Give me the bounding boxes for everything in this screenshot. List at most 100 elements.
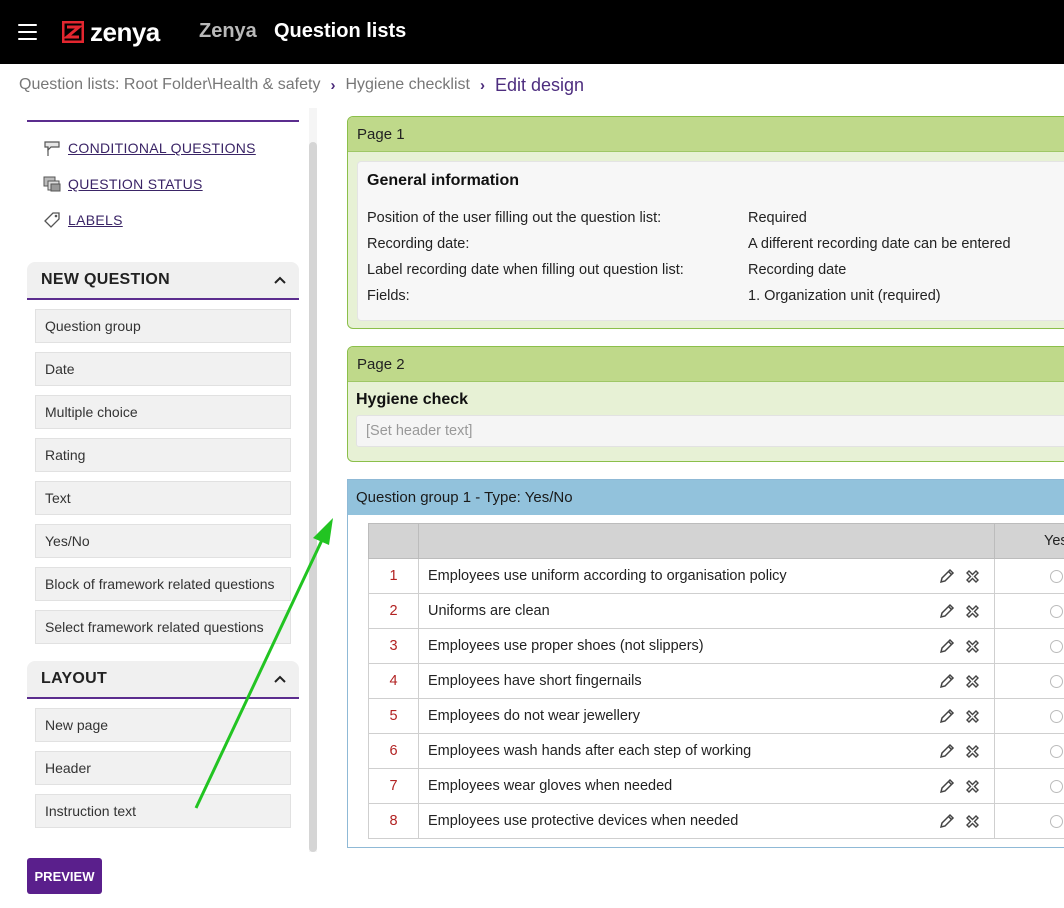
question-text: Employees use proper shoes (not slippers…: [428, 638, 704, 654]
yes-radio[interactable]: [1050, 570, 1063, 583]
question-row: 1 Employees use uniform according to org…: [368, 559, 1064, 594]
question-text: Employees have short fingernails: [428, 673, 642, 689]
question-status-link[interactable]: QUESTION STATUS: [42, 174, 203, 194]
breadcrumb-list-link[interactable]: Hygiene checklist: [345, 76, 470, 94]
column-yes-label: Yes: [1044, 533, 1064, 549]
new-question-title: NEW QUESTION: [41, 271, 170, 288]
new-page-button[interactable]: New page: [35, 708, 291, 742]
yes-radio[interactable]: [1050, 780, 1063, 793]
chevron-up-icon[interactable]: [273, 674, 287, 684]
labels-label: LABELS: [68, 212, 123, 228]
question-status-icon: [43, 176, 61, 192]
question-row: 3 Employees use proper shoes (not slippe…: [368, 629, 1064, 664]
preview-button[interactable]: PREVIEW: [27, 858, 102, 894]
page-1-header: Page 1: [348, 117, 1064, 152]
app-name: Zenya: [199, 20, 257, 42]
new-rating-button[interactable]: Rating: [35, 438, 291, 472]
yes-radio[interactable]: [1050, 675, 1063, 688]
gi-value-position: Required: [748, 210, 807, 226]
question-text: Employees use uniform according to organ…: [428, 568, 787, 584]
question-number: 3: [369, 629, 419, 663]
new-text-button[interactable]: Text: [35, 481, 291, 515]
general-information-card[interactable]: General information Position of the user…: [357, 161, 1064, 321]
delete-cross-icon[interactable]: [963, 637, 982, 656]
new-framework-block-button[interactable]: Block of framework related questions: [35, 567, 291, 601]
yes-radio[interactable]: [1050, 745, 1063, 758]
question-number: 7: [369, 769, 419, 803]
hygiene-check-title: Hygiene check: [356, 391, 469, 408]
gi-label-recording-date-label: Label recording date when filling out qu…: [367, 262, 684, 278]
delete-cross-icon[interactable]: [963, 707, 982, 726]
new-instruction-text-button[interactable]: Instruction text: [35, 794, 291, 828]
breadcrumb-current: Edit design: [494, 74, 585, 95]
delete-cross-icon[interactable]: [963, 602, 982, 621]
breadcrumb-folder-link[interactable]: Question lists: Root Folder\Health & saf…: [19, 76, 320, 94]
question-table-header: Yes: [368, 523, 1064, 559]
question-number: 8: [369, 804, 419, 838]
delete-cross-icon[interactable]: [963, 742, 982, 761]
delete-cross-icon[interactable]: [963, 777, 982, 796]
question-number: 2: [369, 594, 419, 628]
pencil-edit-icon[interactable]: [938, 602, 956, 620]
new-question-section-header[interactable]: NEW QUESTION: [27, 262, 299, 300]
question-row: 4 Employees have short fingernails: [368, 664, 1064, 699]
delete-cross-icon[interactable]: [963, 672, 982, 691]
question-number: 1: [369, 559, 419, 593]
pencil-edit-icon[interactable]: [938, 742, 956, 760]
select-framework-questions-button[interactable]: Select framework related questions: [35, 610, 291, 644]
breadcrumb: Question lists: Root Folder\Health & saf…: [19, 74, 584, 96]
delete-cross-icon[interactable]: [963, 567, 982, 586]
new-date-button[interactable]: Date: [35, 352, 291, 386]
question-text: Employees use protective devices when ne…: [428, 813, 739, 829]
layout-title: LAYOUT: [41, 670, 108, 687]
zenya-logo[interactable]: zenya: [62, 16, 160, 47]
yes-radio[interactable]: [1050, 710, 1063, 723]
pencil-edit-icon[interactable]: [938, 812, 956, 830]
question-number: 5: [369, 699, 419, 733]
yes-radio[interactable]: [1050, 815, 1063, 828]
new-question-group-button[interactable]: Question group: [35, 309, 291, 343]
question-row: 5 Employees do not wear jewellery: [368, 699, 1064, 734]
layout-section-header[interactable]: LAYOUT: [27, 661, 299, 699]
pencil-edit-icon[interactable]: [938, 707, 956, 725]
chevron-right-icon: ›: [479, 76, 485, 94]
question-row: 6 Employees wash hands after each step o…: [368, 734, 1064, 769]
pencil-edit-icon[interactable]: [938, 637, 956, 655]
pencil-edit-icon[interactable]: [938, 777, 956, 795]
logo-text: zenya: [90, 16, 160, 47]
question-row: 7 Employees wear gloves when needed: [368, 769, 1064, 804]
question-text: Employees do not wear jewellery: [428, 708, 640, 724]
question-text: Employees wash hands after each step of …: [428, 743, 752, 759]
new-header-button[interactable]: Header: [35, 751, 291, 785]
yes-radio[interactable]: [1050, 640, 1063, 653]
page-2-box[interactable]: Page 2 Hygiene check [Set header text]: [347, 346, 1064, 462]
question-status-label: QUESTION STATUS: [68, 176, 203, 192]
delete-cross-icon[interactable]: [963, 812, 982, 831]
new-yes-no-button[interactable]: Yes/No: [35, 524, 291, 558]
chevron-up-icon[interactable]: [273, 275, 287, 285]
question-group-box[interactable]: Question group 1 - Type: Yes/No Yes 1 Em…: [347, 479, 1064, 848]
chevron-right-icon: ›: [330, 76, 336, 94]
yes-radio[interactable]: [1050, 605, 1063, 618]
question-text: Uniforms are clean: [428, 603, 550, 619]
question-row: 2 Uniforms are clean: [368, 594, 1064, 629]
zenya-logo-mark-icon: [62, 21, 84, 43]
page-title: Question lists: [274, 20, 407, 42]
pencil-edit-icon[interactable]: [938, 567, 956, 585]
pencil-edit-icon[interactable]: [938, 672, 956, 690]
gi-label-fields: Fields:: [367, 288, 410, 304]
hamburger-menu-icon[interactable]: [18, 24, 37, 40]
label-tag-icon: [44, 212, 60, 228]
header-text-field[interactable]: [Set header text]: [356, 415, 1064, 447]
question-number: 6: [369, 734, 419, 768]
gi-value-recording-date: A different recording date can be entere…: [748, 236, 1011, 252]
question-group-header: Question group 1 - Type: Yes/No: [348, 480, 1064, 515]
gi-label-position: Position of the user filling out the que…: [367, 210, 662, 226]
gi-value-recording-date-label: Recording date: [748, 262, 847, 278]
conditional-questions-link[interactable]: CONDITIONAL QUESTIONS: [42, 138, 256, 158]
labels-link[interactable]: LABELS: [42, 210, 123, 230]
page-1-box[interactable]: Page 1 General information Position of t…: [347, 116, 1064, 329]
conditional-questions-label: CONDITIONAL QUESTIONS: [68, 140, 256, 156]
new-multiple-choice-button[interactable]: Multiple choice: [35, 395, 291, 429]
sidebar-scrollbar-thumb[interactable]: [309, 142, 317, 852]
